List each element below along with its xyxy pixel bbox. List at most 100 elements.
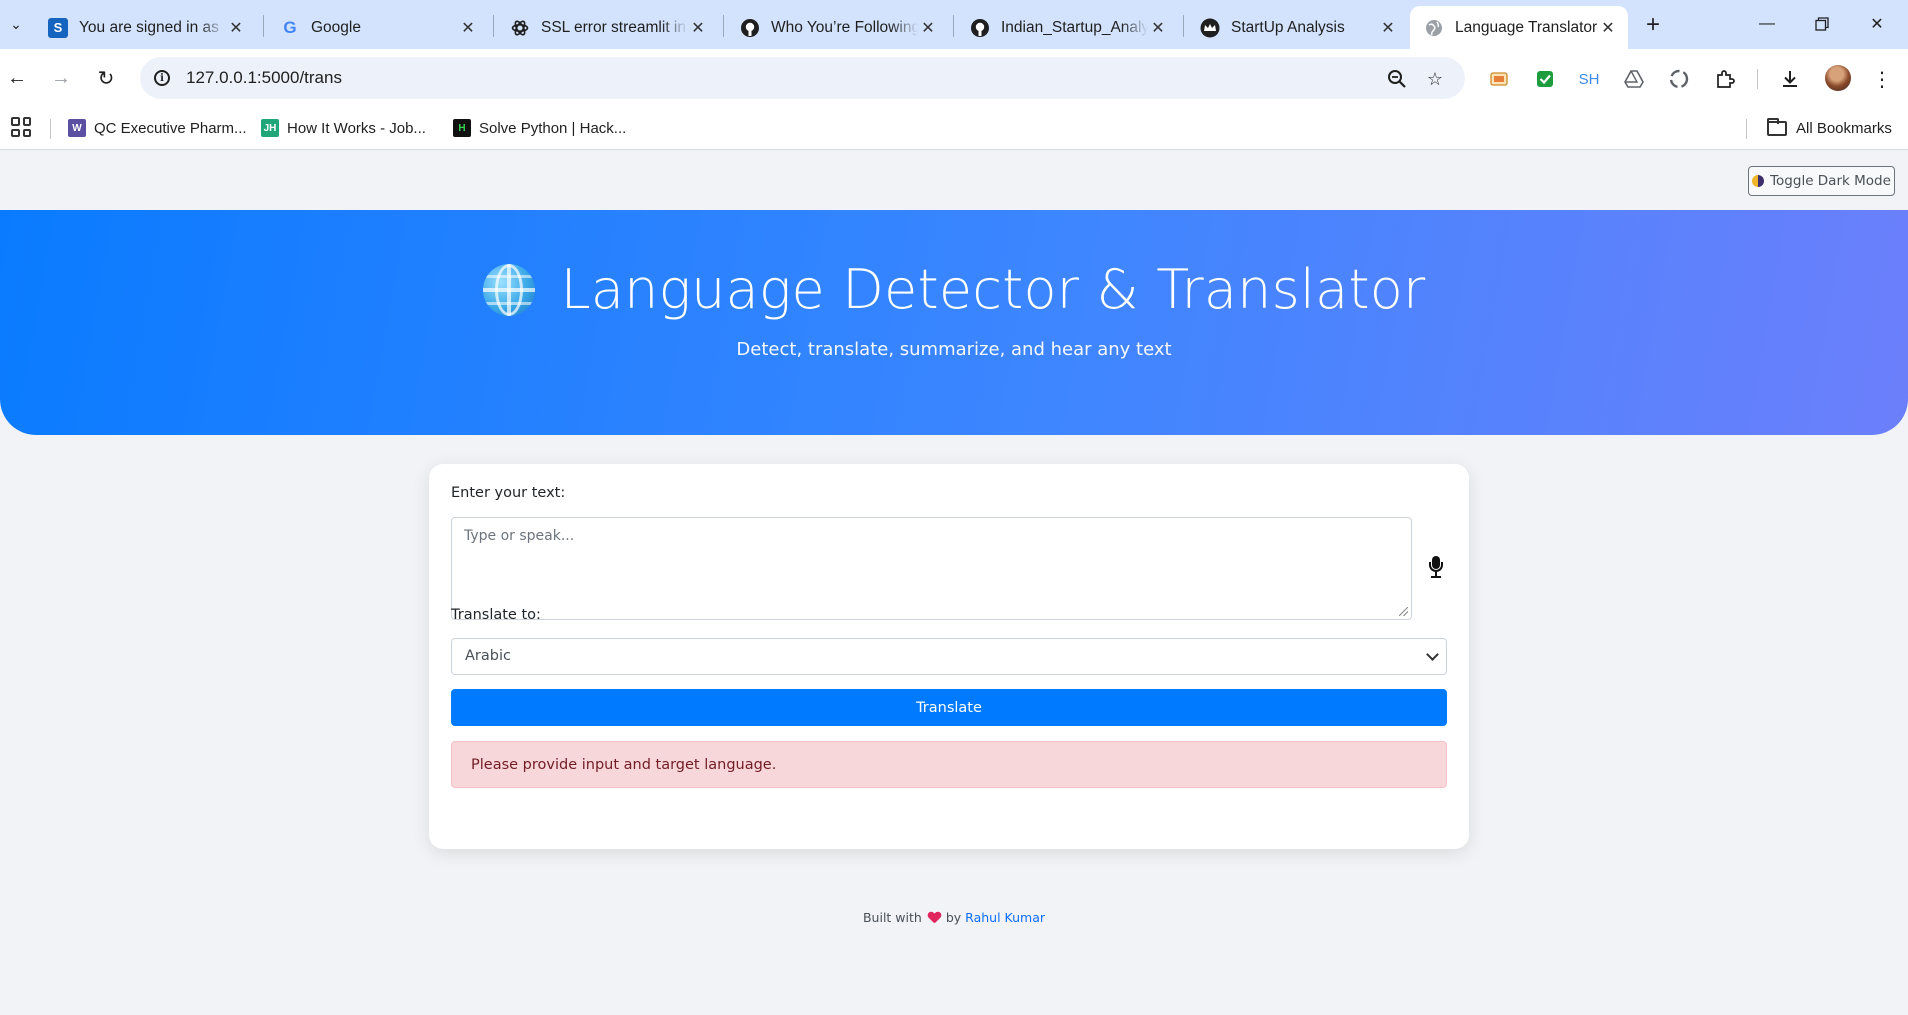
close-tab-icon[interactable]: ✕ xyxy=(688,18,708,38)
tab-title: StartUp Analysis xyxy=(1231,18,1345,36)
heart-icon xyxy=(928,912,940,923)
streamlit-crown-icon xyxy=(1200,18,1220,38)
browser-toolbar: ← → ↻ i 127.0.0.1:5000/trans ☆ SH ⋮ xyxy=(0,49,1908,107)
tab-github-startup[interactable]: Indian_Startup_Analy ✕ xyxy=(956,6,1178,49)
page-title: Language Detector & Translator xyxy=(0,258,1908,321)
s-logo-icon: S xyxy=(48,17,68,38)
tab-github-following[interactable]: Who You’re Following ✕ xyxy=(726,6,948,49)
kebab-menu-icon[interactable]: ⋮ xyxy=(1869,66,1895,92)
tab-startup-analysis[interactable]: StartUp Analysis ✕ xyxy=(1186,6,1408,49)
text-input[interactable]: Type or speak... xyxy=(451,517,1412,620)
tab-title: Who You’re Following xyxy=(771,18,918,36)
screen-capture-icon[interactable] xyxy=(1486,66,1512,92)
tab-divider xyxy=(953,15,954,37)
text-input-placeholder: Type or speak... xyxy=(464,528,575,544)
chevron-down-icon xyxy=(1426,648,1439,661)
reload-icon[interactable]: ↻ xyxy=(89,61,123,95)
tab-title: SSL error streamlit in xyxy=(541,18,686,36)
footer-prefix: Built with xyxy=(862,910,922,925)
w-logo-icon: W xyxy=(68,119,86,137)
github-icon xyxy=(740,18,760,38)
download-icon[interactable] xyxy=(1777,66,1803,92)
recycle-icon[interactable] xyxy=(1666,66,1692,92)
zoom-icon[interactable] xyxy=(1385,67,1409,91)
site-info-icon[interactable]: i xyxy=(150,66,174,90)
back-arrow-icon[interactable]: ← xyxy=(0,61,34,95)
new-tab-plus-icon[interactable]: + xyxy=(1638,10,1668,40)
hackerrank-logo-icon: H xyxy=(453,119,471,137)
toggle-dark-mode-button[interactable]: Toggle Dark Mode xyxy=(1748,166,1895,196)
translator-card: Enter your text: Type or speak... Transl… xyxy=(429,464,1469,849)
close-tab-icon[interactable]: ✕ xyxy=(458,18,478,38)
page-viewport: Toggle Dark Mode Language Detector & Tra… xyxy=(0,150,1908,1015)
bookmark-star-icon[interactable]: ☆ xyxy=(1423,67,1447,91)
tab-search-chevron-icon[interactable]: ⌄ xyxy=(2,10,30,38)
all-bookmarks[interactable]: All Bookmarks xyxy=(1767,115,1892,141)
resize-handle-icon[interactable] xyxy=(1399,607,1408,616)
bookmarks-bar: W QC Executive Pharm... JH How It Works … xyxy=(0,107,1908,150)
tab-language-translator[interactable]: Language Translator ✕ xyxy=(1410,6,1628,49)
bookmark-label: Solve Python | Hack... xyxy=(479,119,627,137)
bookmark-label: QC Executive Pharm... xyxy=(94,119,247,137)
tab-title: Indian_Startup_Analy xyxy=(1001,18,1148,36)
footer-by: by xyxy=(945,910,962,925)
tab-title: Language Translator xyxy=(1455,18,1598,36)
page-subtitle: Detect, translate, summarize, and hear a… xyxy=(736,339,1172,360)
green-check-icon[interactable] xyxy=(1532,66,1558,92)
tab-title: You are signed in as xyxy=(79,18,219,36)
forward-arrow-icon[interactable]: → xyxy=(44,61,78,95)
bookmarks-divider xyxy=(50,119,51,139)
globe-icon xyxy=(482,263,535,316)
bookmarks-divider xyxy=(1746,119,1747,139)
bookmark-label: How It Works - Job... xyxy=(287,119,426,137)
url-text[interactable]: 127.0.0.1:5000/trans xyxy=(186,68,342,88)
sh-extension-icon[interactable]: SH xyxy=(1576,66,1602,92)
author-link[interactable]: Rahul Kumar xyxy=(965,910,1045,925)
minimize-icon[interactable]: — xyxy=(1742,6,1792,42)
tab-google[interactable]: G Google ✕ xyxy=(266,6,488,49)
folder-icon xyxy=(1767,117,1787,136)
restore-icon[interactable] xyxy=(1797,6,1847,42)
close-tab-icon[interactable]: ✕ xyxy=(1378,18,1398,38)
footer: Built with by Rahul Kumar xyxy=(0,910,1908,925)
close-tab-icon[interactable]: ✕ xyxy=(918,18,938,38)
close-window-icon[interactable]: ✕ xyxy=(1852,6,1902,42)
page-title-text: Language Detector & Translator xyxy=(560,258,1426,321)
all-bookmarks-label: All Bookmarks xyxy=(1796,119,1892,137)
drive-icon[interactable] xyxy=(1621,66,1647,92)
target-language-select[interactable]: Arabic xyxy=(451,638,1447,675)
selected-language: Arabic xyxy=(465,648,511,664)
tab-strip: ⌄ S You are signed in as ✕ G Google ✕ SS… xyxy=(0,0,1908,49)
toggle-dark-mode-label: Toggle Dark Mode xyxy=(1770,173,1891,189)
bookmark-hackerrank[interactable]: H Solve Python | Hack... xyxy=(453,115,626,141)
microphone-icon[interactable] xyxy=(1426,556,1446,578)
address-bar[interactable]: i 127.0.0.1:5000/trans ☆ xyxy=(140,57,1465,99)
tab-divider xyxy=(723,15,724,37)
tab-title: Google xyxy=(311,18,361,36)
google-icon: G xyxy=(283,17,297,37)
error-alert: Please provide input and target language… xyxy=(451,741,1447,788)
half-moon-icon xyxy=(1752,175,1765,187)
tab-divider xyxy=(263,15,264,37)
tab-divider xyxy=(1183,15,1184,37)
apps-grid-icon[interactable] xyxy=(11,117,31,137)
globe-icon xyxy=(1424,18,1444,38)
puzzle-icon[interactable] xyxy=(1712,66,1738,92)
tab-ssl-error[interactable]: SSL error streamlit in ✕ xyxy=(496,6,718,49)
toolbar-divider xyxy=(1757,69,1758,89)
tab-divider xyxy=(493,15,494,37)
tab-signed-in[interactable]: S You are signed in as ✕ xyxy=(34,6,256,49)
close-tab-icon[interactable]: ✕ xyxy=(1598,18,1618,38)
translate-button[interactable]: Translate xyxy=(451,689,1447,726)
bookmark-how-it-works[interactable]: JH How It Works - Job... xyxy=(261,115,426,141)
target-language-label: Translate to: xyxy=(451,607,541,623)
bookmark-qc-executive[interactable]: W QC Executive Pharm... xyxy=(68,115,247,141)
close-tab-icon[interactable]: ✕ xyxy=(1148,18,1168,38)
hero-banner: Language Detector & Translator Detect, t… xyxy=(0,210,1908,435)
profile-avatar[interactable] xyxy=(1825,65,1851,91)
jh-logo-icon: JH xyxy=(261,119,279,137)
close-tab-icon[interactable]: ✕ xyxy=(226,18,246,38)
github-icon xyxy=(970,18,990,38)
input-label: Enter your text: xyxy=(451,485,566,501)
openai-icon xyxy=(510,18,530,38)
